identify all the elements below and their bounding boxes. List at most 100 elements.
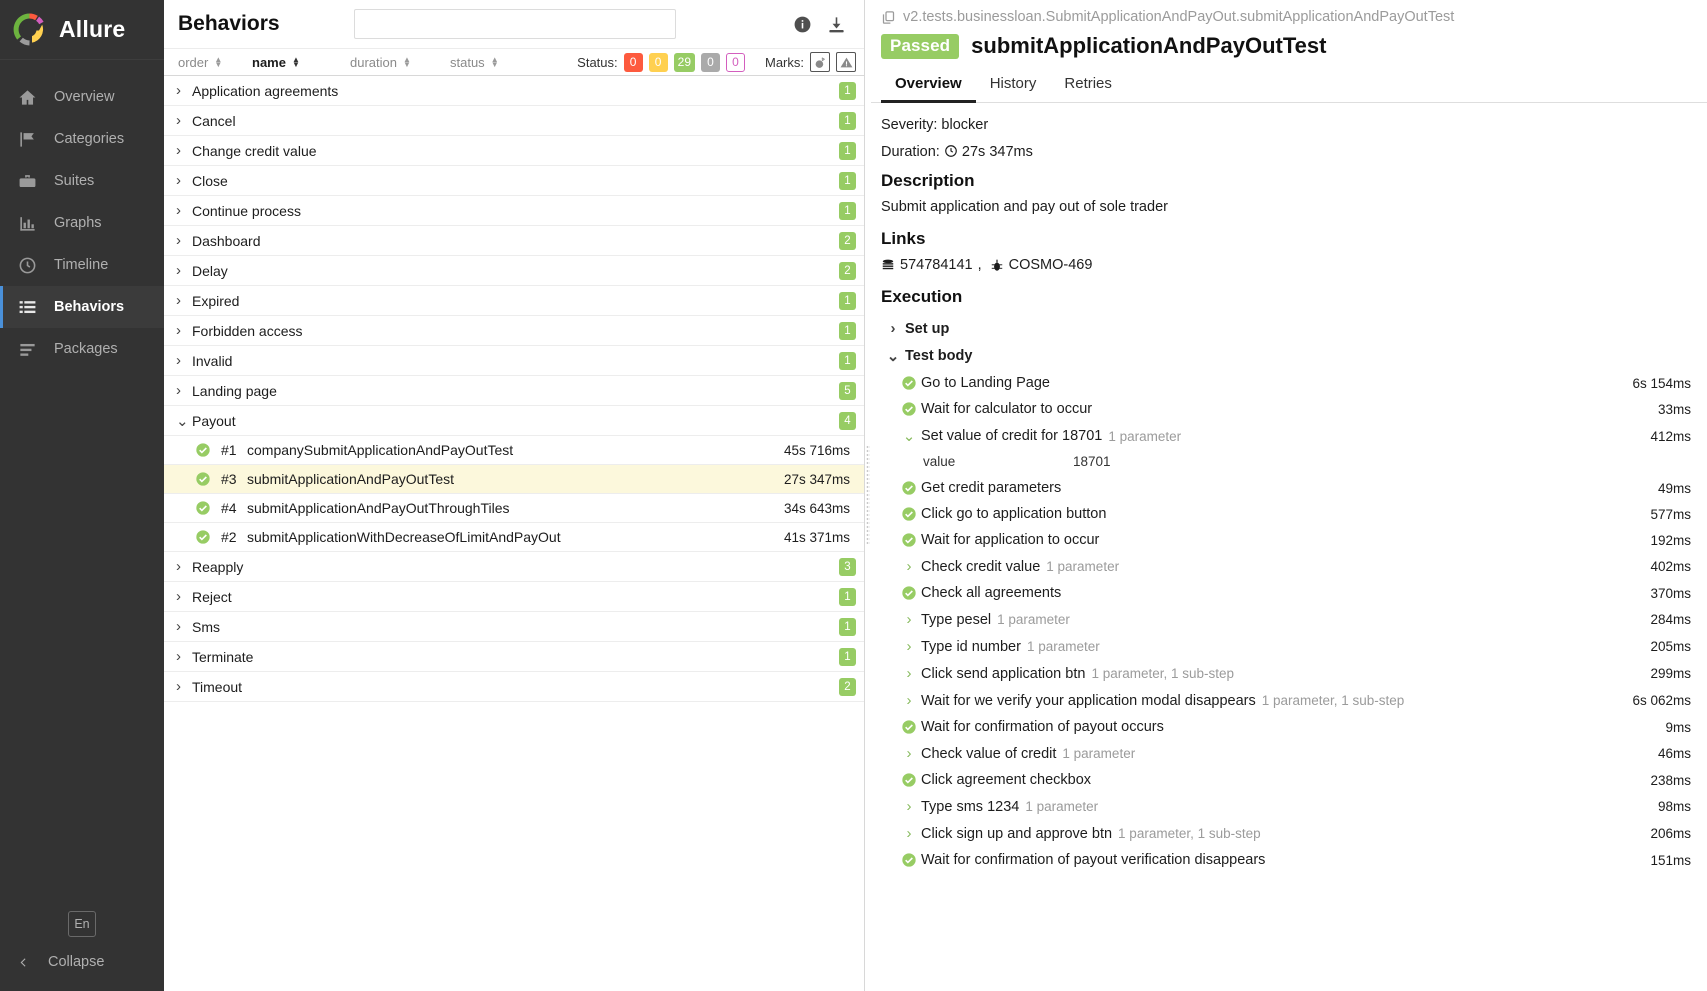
execution-step[interactable]: Get credit parameters 49ms [881, 475, 1691, 501]
tree-group-row[interactable]: › Forbidden access 1 [164, 316, 864, 346]
chevron-right-icon: › [176, 112, 181, 129]
execution-step[interactable]: ⌄ Test body [881, 342, 1691, 370]
execution-step[interactable]: › Type pesel 1 parameter 284ms [881, 606, 1692, 633]
tab-overview[interactable]: Overview [881, 69, 976, 103]
breadcrumb: v2.tests.businessloan.SubmitApplicationA… [865, 0, 1707, 25]
bug-icon [990, 258, 1004, 273]
tree-group-row[interactable]: › Cancel 1 [164, 106, 864, 136]
execution-step-label: Wait for calculator to occur [921, 401, 1093, 417]
tree-group-count-badge: 1 [839, 81, 856, 100]
execution-step-duration: 577ms [1650, 506, 1691, 522]
flag-icon [17, 129, 38, 150]
tree-group-row[interactable]: › Reject 1 [164, 582, 864, 612]
execution-step[interactable]: Wait for confirmation of payout occurs 9m… [881, 714, 1691, 740]
execution-step-label: Set up [905, 320, 950, 337]
tree-group-row[interactable]: › Change credit value 1 [164, 136, 864, 166]
tree-test-row[interactable]: #1 companySubmitApplicationAndPayOutTest 4… [164, 436, 864, 465]
sort-order-label: order [178, 54, 209, 70]
search-input[interactable] [353, 9, 676, 39]
bomb-icon[interactable] [810, 52, 830, 72]
execution-step[interactable]: › Type id number 1 parameter 205ms [881, 633, 1692, 660]
tree-test-row[interactable]: #2 submitApplicationWithDecreaseOfLimitAn… [164, 523, 864, 552]
status-pill-broken[interactable]: 0 [648, 52, 668, 72]
execution-step-label: Click go to application button [921, 506, 1107, 522]
sidebar-nav: Overview Categories Suites Graphs Timeli… [0, 76, 164, 370]
sidebar-item-categories[interactable]: Categories [0, 118, 164, 160]
sort-name[interactable]: name ▲ ▼ [252, 55, 338, 70]
tree-test-order: #1 [221, 442, 237, 458]
tree-group-row[interactable]: › Expired 1 [164, 286, 864, 316]
sidebar-item-suites[interactable]: Suites [0, 160, 164, 202]
tree-group-row[interactable]: ⌄ Payout 4 [164, 406, 864, 436]
tree-group-row[interactable]: › Continue process 1 [164, 196, 864, 226]
execution-step[interactable]: Click agreement checkbox 238ms [881, 767, 1691, 793]
link-label[interactable]: COSMO-469 [1009, 257, 1093, 273]
brand[interactable]: Allure [0, 0, 164, 60]
sort-order[interactable]: order ▲ ▼ [178, 55, 240, 70]
execution-step[interactable]: Go to Landing Page 6s 154ms [881, 370, 1691, 396]
sort-duration[interactable]: duration ▲ ▼ [350, 55, 438, 70]
language-button[interactable]: En [68, 911, 96, 937]
passed-check-icon [901, 719, 917, 735]
tree-group-row[interactable]: › Landing page 5 [164, 376, 864, 406]
download-icon[interactable] [826, 14, 846, 34]
sidebar-item-behaviors[interactable]: Behaviors [0, 286, 164, 328]
execution-step[interactable]: ⌄ Set value of credit for 18701 1 paramete… [881, 422, 1691, 450]
status-pill-failed[interactable]: 0 [623, 52, 643, 72]
passed-check-icon [194, 471, 211, 488]
collapse-button[interactable]: Collapse [0, 947, 164, 977]
tree-group-row[interactable]: › Timeout 2 [164, 672, 864, 702]
tree-group-row[interactable]: › Delay 2 [164, 256, 864, 286]
execution-step[interactable]: › Check credit value 1 parameter 402ms [881, 553, 1692, 580]
tree-rows: › Application agreements 1 › Cancel 1 › Change … [164, 76, 864, 702]
panel-resize-handle[interactable] [865, 0, 871, 991]
status-pill-passed[interactable]: 29 [673, 52, 695, 72]
execution-step[interactable]: Wait for calculator to occur 33ms [881, 396, 1691, 422]
tree-test-name: submitApplicationAndPayOutTest [247, 471, 454, 487]
tree-group-count-badge: 1 [839, 321, 856, 340]
execution-step[interactable]: Wait for confirmation of payout verifica… [881, 847, 1691, 873]
sidebar-item-graphs[interactable]: Graphs [0, 202, 164, 244]
passed-check-icon [901, 506, 917, 522]
link-label[interactable]: 574784141 [900, 257, 973, 273]
tree-test-row[interactable]: #4 submitApplicationAndPayOutThroughTiles… [164, 494, 864, 523]
status-pill-skipped[interactable]: 0 [701, 52, 720, 72]
tree-test-order: #4 [221, 500, 237, 516]
execution-step[interactable]: › Click sign up and approve btn 1 paramete… [881, 820, 1692, 847]
tab-retries[interactable]: Retries [1050, 69, 1126, 103]
sidebar-item-label: Categories [54, 131, 125, 147]
chevron-right-icon: › [176, 648, 181, 665]
duration-label: Duration: [881, 144, 940, 160]
execution-step[interactable]: Check all agreements 370ms [881, 580, 1691, 606]
sidebar-item-timeline[interactable]: Timeline [0, 244, 164, 286]
sidebar-item-packages[interactable]: Packages [0, 328, 164, 370]
execution-step[interactable]: Wait for application to occur 192ms [881, 527, 1691, 553]
execution-step[interactable]: › Wait for we verify your application mod… [881, 687, 1692, 714]
tree-group-row[interactable]: › Application agreements 1 [164, 76, 864, 106]
tree-test-row[interactable]: #3 submitApplicationAndPayOutTest 27s 347m… [164, 465, 864, 494]
sidebar-item-overview[interactable]: Overview [0, 76, 164, 118]
tree-group-row[interactable]: › Close 1 [164, 166, 864, 196]
tree-group-row[interactable]: › Invalid 1 [164, 346, 864, 376]
info-icon[interactable] [792, 14, 812, 34]
tree-group-count-badge: 5 [839, 381, 856, 400]
tree-group-row[interactable]: › Reapply 3 [164, 552, 864, 582]
execution-step[interactable]: › Check value of credit 1 parameter 46ms [881, 740, 1692, 767]
execution-step-duration: 412ms [1650, 428, 1691, 444]
status-pill-unknown[interactable]: 0 [726, 52, 745, 72]
tree-group-row[interactable]: › Sms 1 [164, 612, 864, 642]
tree-group-row[interactable]: › Dashboard 2 [164, 226, 864, 256]
tree-group-count-badge: 1 [839, 617, 856, 636]
execution-step[interactable]: › Set up [881, 315, 1691, 342]
execution-step[interactable]: Click go to application button 577ms [881, 501, 1691, 527]
execution-step-label: Type id number [921, 638, 1021, 655]
execution-step[interactable]: › Click send application btn 1 parameter, … [881, 660, 1692, 687]
sort-status[interactable]: status ▲ ▼ [450, 55, 516, 70]
warning-triangle-icon[interactable] [836, 52, 856, 72]
execution-step-duration: 9ms [1665, 719, 1691, 735]
tree-group-row[interactable]: › Terminate 1 [164, 642, 864, 672]
passed-check-icon [901, 852, 917, 868]
tab-history[interactable]: History [976, 69, 1051, 103]
execution-step[interactable]: › Type sms 1234 1 parameter 98ms [881, 793, 1692, 820]
copy-icon[interactable] [881, 10, 896, 25]
